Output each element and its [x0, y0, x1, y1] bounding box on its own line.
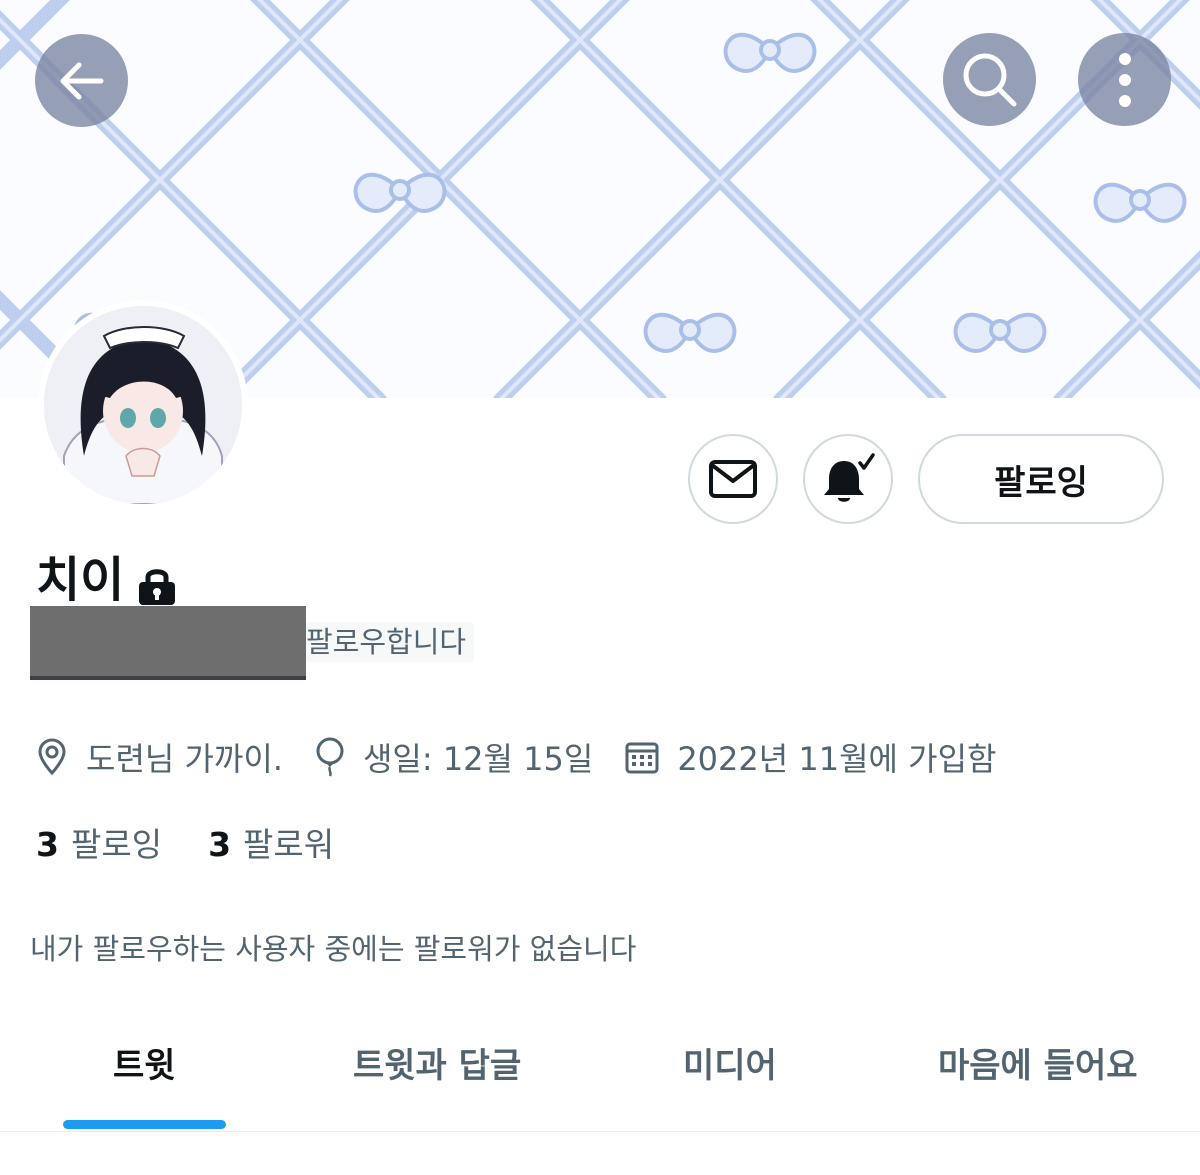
following-button[interactable]: 팔로잉 — [918, 434, 1164, 524]
back-button[interactable] — [35, 34, 128, 127]
redacted-handle — [30, 606, 306, 680]
location-item: 도련님 가까이. — [36, 734, 283, 780]
message-button[interactable] — [688, 434, 778, 524]
joined-item: 2022년 11월에 가입함 — [625, 734, 996, 780]
no-common-followers-text: 내가 팔로우하는 사용자 중에는 팔로워가 없습니다 — [30, 932, 637, 966]
mail-icon — [709, 460, 757, 498]
profile-name-row: 치이 — [36, 550, 178, 610]
search-button[interactable] — [943, 33, 1036, 126]
tab-tweets[interactable]: 트윗 — [113, 1038, 176, 1087]
following-count: 3 — [36, 825, 59, 864]
tab-tweets-and-replies[interactable]: 트윗과 답글 — [353, 1038, 521, 1087]
tab-likes[interactable]: 마음에 들어요 — [938, 1038, 1138, 1087]
birthday-item: 생일: 12월 15일 — [315, 734, 593, 780]
display-name: 치이 — [36, 552, 125, 608]
joined-text: 2022년 11월에 가입함 — [677, 740, 997, 778]
following-label: 팔로잉 — [70, 825, 163, 864]
avatar[interactable] — [38, 300, 248, 510]
tab-media[interactable]: 미디어 — [683, 1038, 777, 1087]
search-icon — [963, 53, 1016, 106]
followers-count: 3 — [208, 825, 232, 864]
profile-meta: 도련님 가까이. 생일: 12월 15일 2022년 11월에 가입함 — [36, 734, 1028, 780]
arrow-left-icon — [60, 62, 103, 99]
followers-label: 팔로워 — [243, 825, 335, 864]
location-pin-icon — [38, 738, 66, 776]
profile-tabs: 트윗 트윗과 답글 미디어 마음에 들어요 — [0, 1020, 1200, 1132]
location-text: 도련님 가까이. — [86, 740, 283, 778]
birthday-text: 생일: 12월 15일 — [362, 740, 594, 778]
followers-stat-link[interactable]: 3 팔로워 — [208, 818, 334, 866]
more-vertical-icon — [1118, 52, 1131, 107]
follow-stats: 3 팔로잉 3 팔로워 — [36, 818, 380, 866]
following-stat-link[interactable]: 3 팔로잉 — [36, 818, 162, 866]
follows-you-badge: 팔로우합니다 — [306, 622, 475, 662]
avatar-image — [44, 306, 242, 504]
notifications-button[interactable] — [803, 434, 893, 524]
bell-check-icon — [824, 453, 875, 502]
calendar-icon — [625, 742, 659, 774]
balloon-icon — [316, 737, 344, 777]
active-tab-indicator — [63, 1120, 226, 1129]
more-options-button[interactable] — [1078, 33, 1171, 126]
lock-icon — [139, 569, 176, 605]
